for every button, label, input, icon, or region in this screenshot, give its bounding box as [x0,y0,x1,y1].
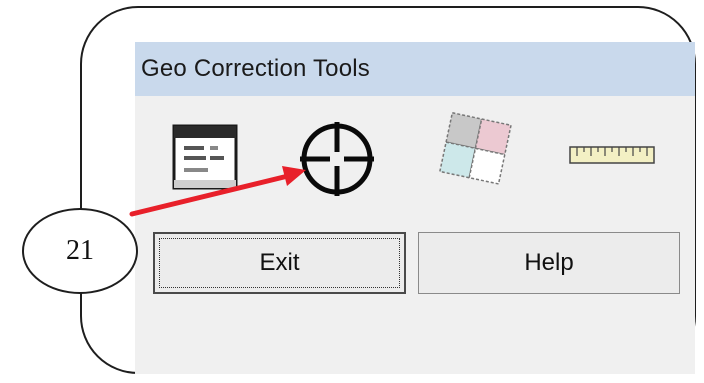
overlapping-tiles-icon[interactable] [430,110,516,200]
focus-ring [159,238,400,288]
annotation-number-21: 21 [22,208,138,294]
geo-correction-tools-dialog: Geo Correction Tools Exit Help [135,42,695,374]
ruler-icon[interactable] [569,143,655,167]
crosshair-icon[interactable] [298,120,376,198]
dialog-window-icon[interactable] [172,124,238,190]
exit-button[interactable]: Exit [153,232,406,294]
help-button[interactable]: Help [418,232,680,294]
annotation-number-label: 21 [66,235,94,266]
window-title: Geo Correction Tools [141,55,370,82]
title-bar: Geo Correction Tools [135,42,695,96]
help-button-label: Help [524,249,574,276]
